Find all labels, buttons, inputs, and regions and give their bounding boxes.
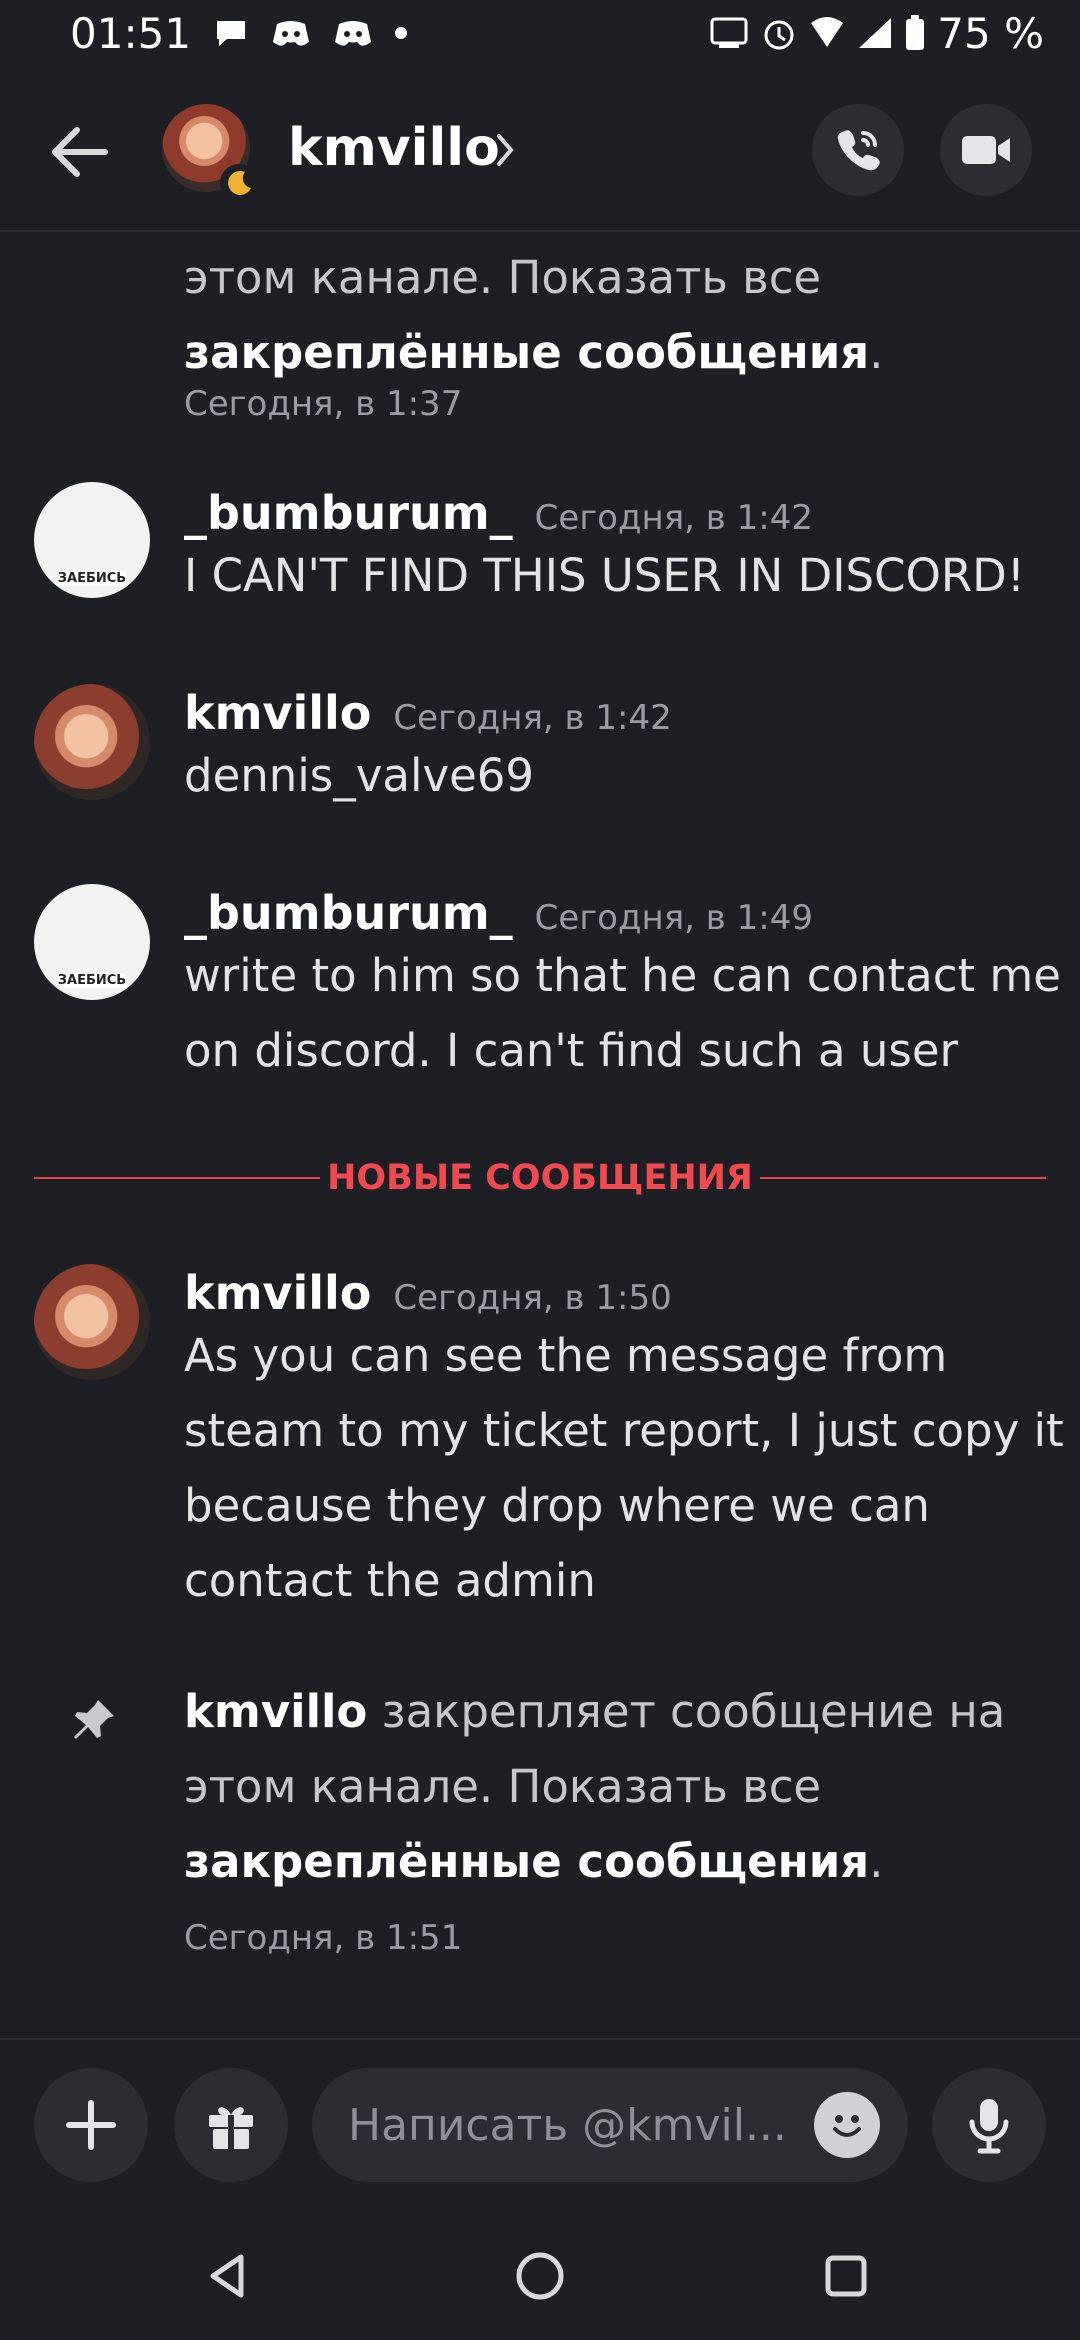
system-message-text: kmvillo закрепляет сообщение на этом кан… <box>184 1685 1006 1888</box>
video-camera-icon <box>962 136 1010 164</box>
nav-back-icon <box>210 2254 244 2298</box>
nav-back-button[interactable] <box>188 2236 268 2316</box>
system-message-author[interactable]: kmvillo <box>184 1685 367 1738</box>
message-item[interactable]: kmvillo Сегодня, в 1:42 dennis_valve69 <box>0 684 1080 844</box>
message-timestamp: Сегодня, в 1:49 <box>534 898 813 938</box>
user-avatar[interactable] <box>34 684 150 800</box>
alarm-icon <box>761 15 797 51</box>
emoji-button[interactable] <box>814 2092 880 2158</box>
gift-button[interactable] <box>174 2068 288 2182</box>
system-message-time: Сегодня, в 1:51 <box>184 1918 463 1958</box>
battery-percent: 75 % <box>937 8 1044 58</box>
message-text: I CAN'T FIND THIS USER IN DISCORD! <box>184 549 1025 602</box>
notification-dot-icon <box>395 27 408 39</box>
message-text: As you can see the message from steam to… <box>184 1329 1064 1607</box>
discord-icon-2 <box>333 18 373 48</box>
pin-icon <box>74 1700 114 1739</box>
message-timestamp: Сегодня, в 1:42 <box>393 698 672 738</box>
user-avatar[interactable] <box>34 1264 150 1380</box>
message-list[interactable]: этом канале. Показать все закреплённые с… <box>0 232 1080 2038</box>
microphone-icon <box>969 2099 1009 2154</box>
system-navigation-bar <box>0 2200 1080 2340</box>
avatar-caption: ЗАЕБИСЬ <box>57 571 127 586</box>
message-header: _bumburum_ Сегодня, в 1:49 <box>184 886 813 940</box>
message-header: kmvillo Сегодня, в 1:42 <box>184 686 672 740</box>
chat-header: kmvillo <box>0 66 1080 232</box>
plus-icon <box>66 2100 116 2150</box>
status-bar: 01:51 75 % <box>0 0 1080 66</box>
battery-icon <box>905 15 925 51</box>
message-item[interactable]: ЗАЕБИСЬ _bumburum_ Сегодня, в 1:42 I CAN… <box>0 482 1080 642</box>
voice-call-button[interactable] <box>812 104 904 196</box>
system-message-text: этом канале. Показать все закреплённые с… <box>184 251 884 379</box>
message-item[interactable]: kmvillo Сегодня, в 1:50 As you can see t… <box>0 1264 1080 1607</box>
message-input[interactable] <box>348 2068 798 2182</box>
back-arrow-icon <box>52 127 108 177</box>
discord-icon <box>271 18 311 48</box>
message-author[interactable]: kmvillo <box>184 686 371 740</box>
signal-icon <box>857 16 893 50</box>
back-button[interactable] <box>44 122 114 182</box>
system-message-pinned-top: этом канале. Показать все закреплённые с… <box>0 232 1080 432</box>
system-message-time: Сегодня, в 1:37 <box>184 384 463 424</box>
message-header: kmvillo Сегодня, в 1:50 <box>184 1266 672 1320</box>
message-author[interactable]: _bumburum_ <box>184 886 513 940</box>
pinned-messages-link[interactable]: закреплённые сообщения <box>184 1835 869 1888</box>
message-timestamp: Сегодня, в 1:42 <box>534 498 813 538</box>
message-header: _bumburum_ Сегодня, в 1:42 <box>184 486 813 540</box>
status-time: 01:51 <box>70 8 192 58</box>
user-avatar[interactable]: ЗАЕБИСЬ <box>34 884 150 1000</box>
message-input-wrapper[interactable] <box>312 2068 908 2182</box>
avatar-caption: ЗАЕБИСЬ <box>57 973 127 988</box>
message-timestamp: Сегодня, в 1:50 <box>393 1278 672 1318</box>
message-item[interactable]: ЗАЕБИСЬ _bumburum_ Сегодня, в 1:49 write… <box>0 884 1080 1114</box>
user-avatar[interactable]: ЗАЕБИСЬ <box>34 482 150 598</box>
nav-recents-button[interactable] <box>806 2236 886 2316</box>
message-author[interactable]: _bumburum_ <box>184 486 513 540</box>
message-text: write to him so that he can contact me o… <box>184 949 1061 1077</box>
moon-icon <box>228 170 251 195</box>
gift-icon <box>209 2107 253 2149</box>
new-messages-label: НОВЫЕ СООБЩЕНИЯ <box>327 1158 753 1198</box>
nav-home-icon <box>516 2252 564 2300</box>
attach-button[interactable] <box>34 2068 148 2182</box>
message-text: dennis_valve69 <box>184 749 535 802</box>
new-messages-divider: НОВЫЕ СООБЩЕНИЯ <box>34 1158 1046 1198</box>
phone-icon <box>837 130 880 171</box>
emoji-icon <box>833 2115 861 2137</box>
idle-status-indicator <box>220 164 258 202</box>
auto-hz-icon <box>709 16 749 50</box>
nav-recents-icon <box>825 2255 867 2297</box>
message-composer <box>0 2038 1080 2198</box>
wifi-icon <box>809 17 845 49</box>
header-username[interactable]: kmvillo <box>288 118 500 178</box>
video-call-button[interactable] <box>940 104 1032 196</box>
pinned-messages-link[interactable]: закреплённые сообщения <box>184 326 869 379</box>
chat-bubble-icon <box>213 17 249 49</box>
message-author[interactable]: kmvillo <box>184 1266 371 1320</box>
system-message-pinned: kmvillo закрепляет сообщение на этом кан… <box>0 1674 1080 2014</box>
nav-home-button[interactable] <box>500 2236 580 2316</box>
chevron-right-icon[interactable] <box>495 130 517 170</box>
voice-message-button[interactable] <box>932 2068 1046 2182</box>
